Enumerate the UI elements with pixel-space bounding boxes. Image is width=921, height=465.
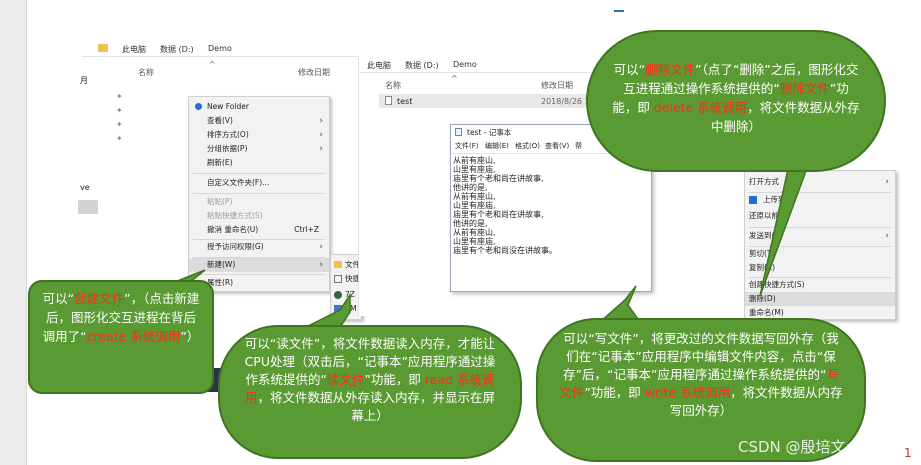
delete-file-bubble: 可以“删除文件”（点了“删除”之后，图形化交互进程通过操作系统提供的“删除文件”… — [586, 30, 886, 172]
page-number: 1 — [904, 446, 912, 460]
watermark-text: CSDN @殷培文enen — [738, 438, 884, 456]
create-file-bubble: 可以“创建文件”，（点击新建后，图形化交互进程在背后调用了“create 系统调… — [28, 280, 214, 394]
write-bubble-tail — [598, 285, 642, 323]
read-file-bubble: 可以“读文件”，将文件数据读入内存，才能让CPU处理（双击后，“记事本”应用程序… — [218, 325, 522, 459]
delete-bubble-tail — [759, 159, 812, 297]
